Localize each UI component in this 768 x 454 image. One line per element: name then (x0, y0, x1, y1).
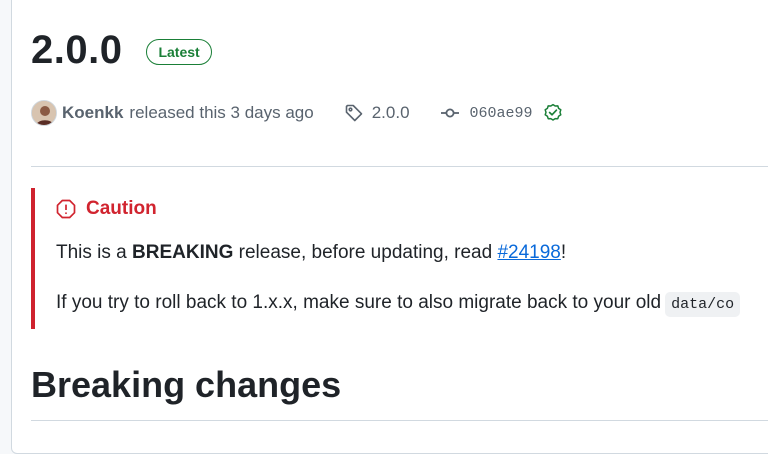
stop-icon (56, 199, 76, 219)
inline-code: data/co (665, 292, 741, 317)
release-tag[interactable]: 2.0.0 (344, 103, 410, 123)
latest-badge: Latest (146, 38, 212, 65)
avatar[interactable] (31, 100, 57, 126)
alert-line-2: If you try to roll back to 1.x.x, make s… (56, 292, 741, 317)
line1-middle: release, before updating, read (233, 242, 498, 263)
issue-link[interactable]: #24198 (497, 242, 560, 263)
caution-title: Caution (56, 198, 157, 220)
line1-prefix: This is a (56, 242, 133, 263)
heading-divider (31, 420, 768, 421)
breaking-emphasis: BREAKING (132, 242, 234, 263)
release-commit[interactable]: 060ae99 (440, 103, 533, 123)
release-meta: Koenkk released this 3 days ago 2.0.0 06… (31, 100, 563, 126)
released-time: released this 3 days ago (129, 103, 314, 122)
release-title-row: 2.0.0 Latest (31, 28, 212, 73)
alert-line-1: This is a BREAKING release, before updat… (56, 242, 566, 264)
section-heading: Breaking changes (31, 364, 342, 405)
author-link[interactable]: Koenkk (62, 103, 123, 123)
tag-icon (345, 104, 363, 122)
commit-sha: 060ae99 (469, 104, 533, 122)
verified-icon[interactable] (543, 103, 563, 123)
line1-suffix: ! (560, 242, 567, 263)
meta-divider (31, 166, 768, 167)
git-commit-icon (440, 108, 459, 118)
line2-text: If you try to roll back to 1.x.x, make s… (56, 292, 662, 313)
caution-label: Caution (86, 198, 157, 219)
release-version-title[interactable]: 2.0.0 (31, 28, 122, 73)
tag-label: 2.0.0 (371, 103, 410, 122)
